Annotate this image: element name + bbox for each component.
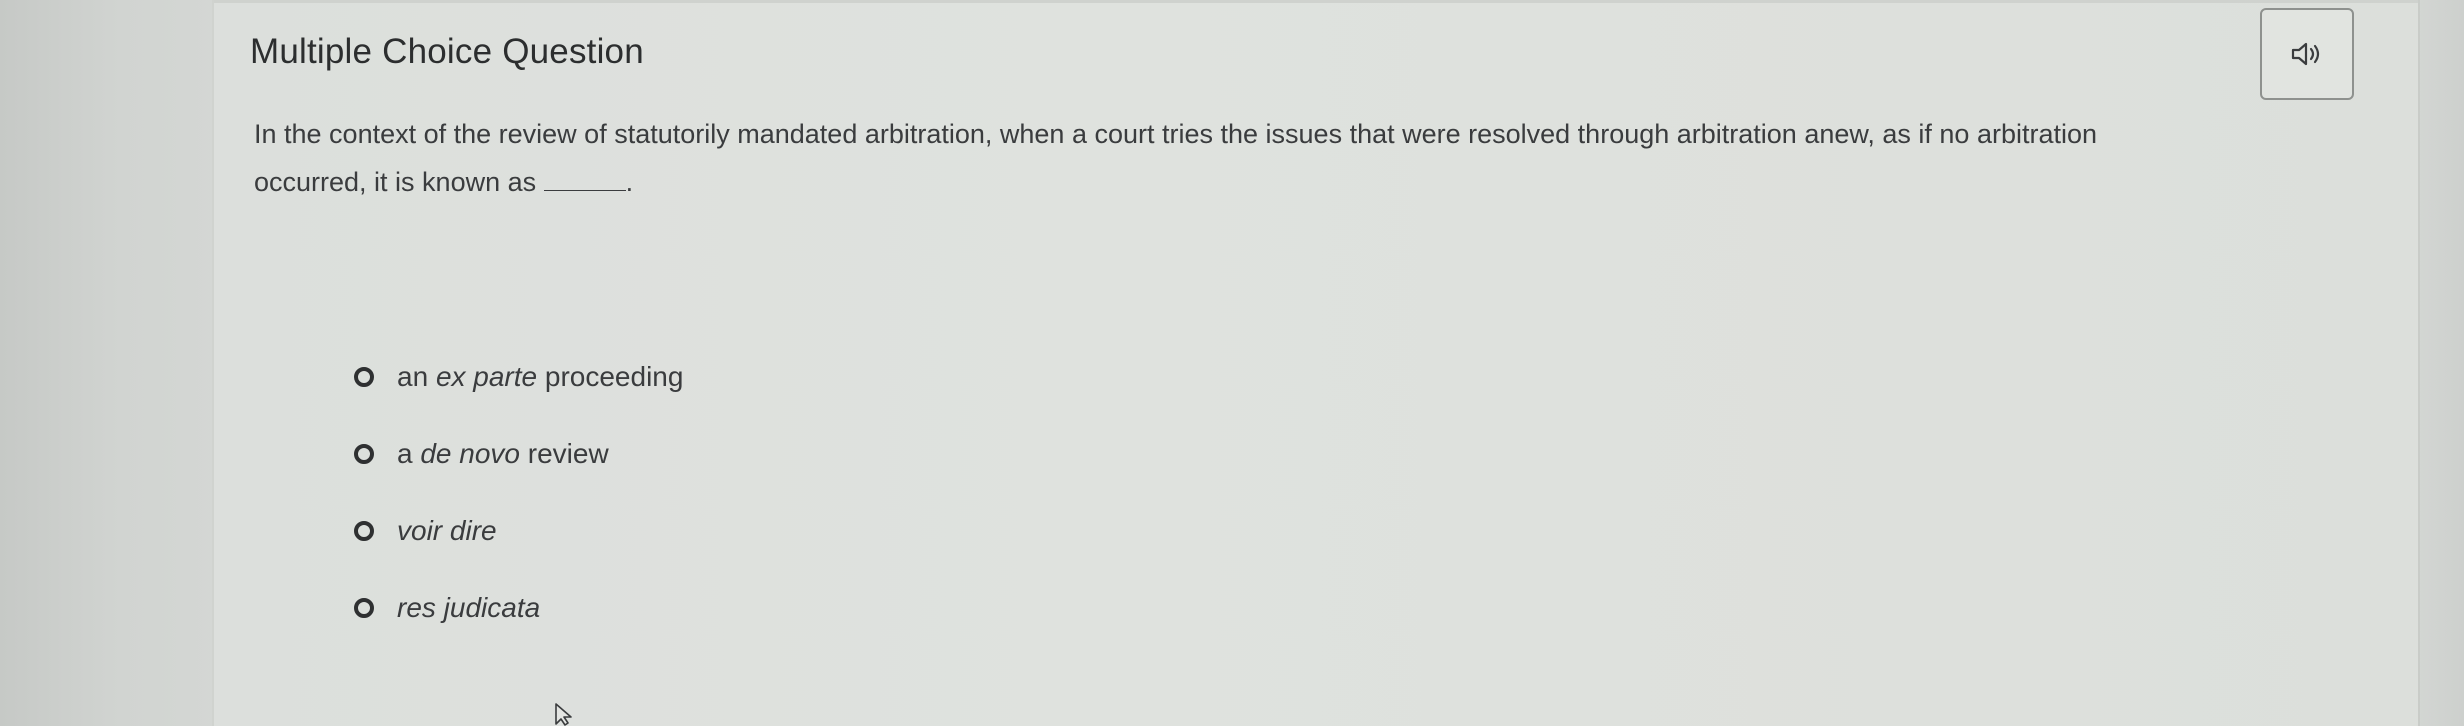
option-text-prefix: a — [397, 438, 421, 469]
option-text-italic: voir dire — [397, 515, 497, 546]
option-text-suffix: review — [520, 438, 609, 469]
question-prompt-period: . — [625, 167, 634, 197]
question-heading: Multiple Choice Question — [250, 32, 644, 71]
option-text-italic: de novo — [420, 438, 520, 469]
question-prompt-line-2: occurred, it is known as . — [254, 158, 2414, 206]
read-aloud-button[interactable] — [2260, 8, 2354, 100]
option-text-italic: res judicata — [397, 592, 541, 623]
answer-option-label: an ex parte proceeding — [397, 361, 683, 393]
question-card: Multiple Choice Question In the context … — [212, 0, 2420, 726]
question-prompt-text: occurred, it is known as — [254, 167, 544, 197]
answer-option-label: res judicata — [397, 592, 540, 624]
answer-blank — [543, 172, 626, 191]
option-text-suffix: proceeding — [537, 361, 684, 392]
question-prompt: In the context of the review of statutor… — [254, 110, 2414, 206]
answer-options: an ex parte proceeding a de novo review … — [354, 356, 683, 664]
radio-button[interactable] — [354, 598, 374, 618]
radio-button[interactable] — [354, 521, 374, 541]
radio-button[interactable] — [354, 444, 374, 464]
radio-button[interactable] — [354, 367, 374, 387]
card-top-divider — [214, 0, 2418, 3]
question-prompt-line-1: In the context of the review of statutor… — [254, 119, 2098, 149]
answer-option-label: a de novo review — [397, 438, 609, 470]
answer-option-label: voir dire — [397, 515, 497, 547]
answer-option-de-novo[interactable]: a de novo review — [354, 433, 683, 475]
answer-option-res-judicata[interactable]: res judicata — [354, 587, 683, 629]
speaker-icon — [2291, 42, 2320, 66]
mouse-pointer-icon — [555, 703, 572, 726]
option-text-prefix: an — [397, 361, 436, 392]
answer-option-voir-dire[interactable]: voir dire — [354, 510, 683, 552]
answer-option-ex-parte[interactable]: an ex parte proceeding — [354, 356, 683, 398]
option-text-italic: ex parte — [435, 361, 538, 392]
